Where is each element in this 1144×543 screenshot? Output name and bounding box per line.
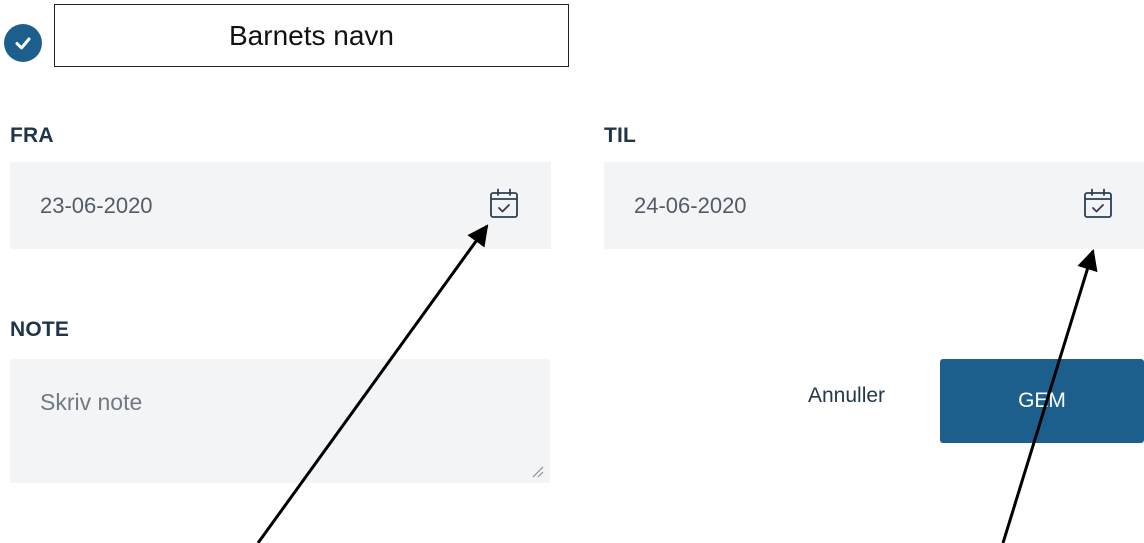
child-name-text: Barnets navn [229,19,394,51]
from-date-value: 23-06-2020 [40,192,153,218]
note-placeholder: Skriv note [40,389,143,415]
resize-handle-icon[interactable] [530,464,544,478]
calendar-icon[interactable] [1078,184,1118,224]
cancel-button[interactable]: Annuller [808,384,885,408]
to-date-value: 24-06-2020 [634,192,747,218]
save-button[interactable]: GEM [940,359,1144,443]
note-label: NOTE [10,318,70,341]
child-name-box: Barnets navn [54,4,569,67]
to-date-field[interactable]: 24-06-2020 [604,162,1144,249]
from-label: FRA [10,124,54,147]
check-circle-icon [4,24,42,62]
from-date-field[interactable]: 23-06-2020 [10,162,551,249]
note-textarea[interactable]: Skriv note [10,359,550,483]
calendar-icon[interactable] [484,184,524,224]
to-label: TIL [604,124,637,147]
